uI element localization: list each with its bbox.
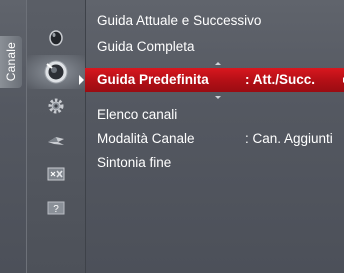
menu-item-full-guide[interactable]: Guida Completa	[97, 36, 195, 58]
setup-gear-icon[interactable]	[27, 89, 85, 123]
menu-item-value: : Can. Aggiunti	[245, 131, 333, 146]
menu-item-label: Guida Predefinita	[97, 72, 209, 87]
selection-left-arrow-icon	[79, 75, 84, 85]
category-tab-label: Canale	[4, 42, 18, 82]
channel-menu: Guida Attuale e Successivo Guida Complet…	[79, 0, 344, 273]
icon-column: ?	[26, 0, 86, 273]
menu-item-label: Elenco canali	[97, 107, 178, 122]
picture-icon[interactable]	[27, 21, 85, 55]
category-tab: Canale	[0, 36, 22, 88]
tv-menu-screen: Canale ? Guida Attuale e Successivo Guid…	[0, 0, 344, 273]
channel-satellite-icon[interactable]	[27, 55, 85, 89]
scroll-down-icon	[215, 96, 221, 99]
menu-item-value: : Att./Succ.	[245, 72, 316, 87]
menu-item-label: Sintonia fine	[97, 155, 172, 170]
menu-item-label: Modalità Canale	[97, 131, 195, 146]
menu-item-channel-mode[interactable]: Modalità Canale : Can. Aggiunti	[97, 128, 333, 150]
menu-item-label: Guida Completa	[97, 39, 195, 54]
support-icon[interactable]: ?	[27, 191, 85, 225]
input-icon[interactable]	[27, 123, 85, 157]
menu-item-default-guide[interactable]: Guida Predefinita : Att./Succ.	[79, 68, 344, 92]
menu-item-now-next-guide[interactable]: Guida Attuale e Successivo	[97, 10, 261, 32]
application-icon[interactable]	[27, 157, 85, 191]
support-icon-glyph: ?	[53, 204, 59, 215]
scroll-up-icon	[215, 62, 221, 65]
menu-item-label: Guida Attuale e Successivo	[97, 13, 262, 28]
menu-item-channel-list[interactable]: Elenco canali	[97, 104, 177, 126]
menu-item-fine-tune[interactable]: Sintonia fine	[97, 152, 171, 174]
